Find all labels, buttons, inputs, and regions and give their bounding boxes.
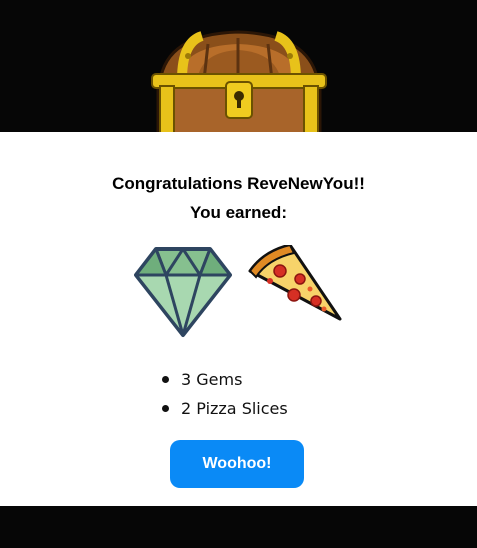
reward-pizza-label: 2 Pizza Slices xyxy=(181,399,288,418)
reward-screen: Congratulations ReveNewYou!! You earned: xyxy=(0,0,477,548)
bullet-icon xyxy=(162,376,169,383)
you-earned-heading: You earned: xyxy=(190,203,287,222)
reward-icons xyxy=(0,245,477,345)
pizza-slice-icon xyxy=(248,245,342,321)
congratulations-heading: Congratulations ReveNewYou!! xyxy=(112,174,365,193)
reward-list: 3 Gems 2 Pizza Slices xyxy=(160,365,288,423)
list-item: 3 Gems xyxy=(160,365,288,394)
woohoo-button[interactable]: Woohoo! xyxy=(170,440,304,488)
reward-panel: Congratulations ReveNewYou!! You earned: xyxy=(0,132,477,506)
reward-gems-label: 3 Gems xyxy=(181,370,243,389)
gem-icon xyxy=(134,247,232,337)
bullet-icon xyxy=(162,405,169,412)
list-item: 2 Pizza Slices xyxy=(160,394,288,423)
treasure-chest-icon xyxy=(151,30,327,142)
